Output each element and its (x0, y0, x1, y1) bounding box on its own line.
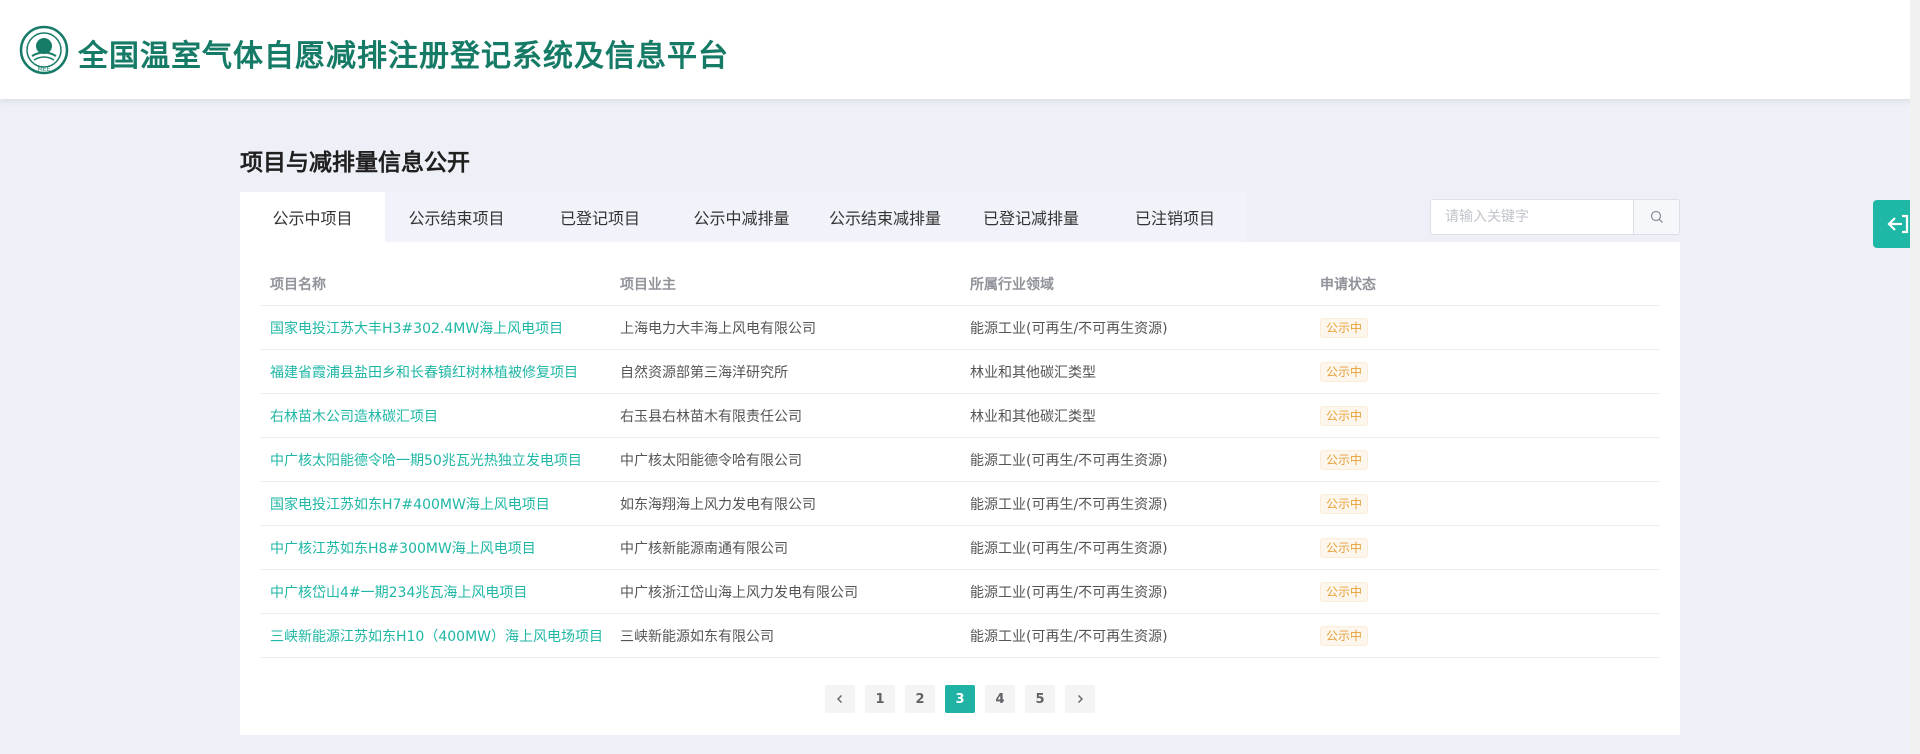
tab-cancelled-projects[interactable]: 已注销项目 (1103, 192, 1247, 242)
search-button[interactable] (1633, 200, 1679, 234)
pagination: 1 2 3 4 5 (825, 685, 1095, 713)
project-industry: 能源工业(可再生/不可再生资源) (970, 320, 1168, 337)
tab-public-ended-reductions[interactable]: 公示结束减排量 (811, 192, 959, 242)
chevron-left-icon (837, 695, 842, 703)
project-owner: 自然资源部第三海洋研究所 (620, 364, 788, 381)
prev-page-button[interactable] (825, 685, 855, 713)
header-project-name: 项目名称 (270, 276, 326, 293)
table-row: 右林苗木公司造林碳汇项目 右玉县右林苗木有限责任公司 林业和其他碳汇类型 公示中 (260, 394, 1660, 438)
table-row: 中广核太阳能德令哈一期50兆瓦光热独立发电项目 中广核太阳能德令哈有限公司 能源… (260, 438, 1660, 482)
scrollbar[interactable] (1910, 0, 1920, 754)
status-badge: 公示中 (1320, 361, 1369, 382)
project-owner: 中广核浙江岱山海上风力发电有限公司 (620, 584, 858, 601)
project-name-link[interactable]: 中广核江苏如东H8#300MW海上风电项目 (260, 538, 610, 558)
status-badge: 公示中 (1320, 625, 1369, 646)
projects-table: 项目名称 项目业主 所属行业领域 申请状态 国家电投江苏大丰H3#302.4MW… (260, 262, 1660, 658)
tab-registered-reductions[interactable]: 已登记减排量 (959, 192, 1103, 242)
project-name-link[interactable]: 右林苗木公司造林碳汇项目 (260, 406, 610, 426)
search-box (1430, 199, 1680, 235)
project-name-link[interactable]: 国家电投江苏如东H7#400MW海上风电项目 (260, 494, 610, 514)
table-row: 中广核岱山4#一期234兆瓦海上风电项目 中广核浙江岱山海上风力发电有限公司 能… (260, 570, 1660, 614)
chevron-right-icon (1078, 695, 1083, 703)
site-title: 全国温室气体自愿减排注册登记系统及信息平台 (78, 39, 729, 74)
header-status: 申请状态 (1320, 276, 1376, 293)
project-name-link[interactable]: 国家电投江苏大丰H3#302.4MW海上风电项目 (260, 318, 610, 338)
status-badge: 公示中 (1320, 537, 1369, 558)
tab-bar: 公示中项目 公示结束项目 已登记项目 公示中减排量 公示结束减排量 已登记减排量… (240, 192, 1247, 242)
return-icon (1886, 214, 1908, 234)
table-row: 国家电投江苏大丰H3#302.4MW海上风电项目 上海电力大丰海上风电有限公司 … (260, 306, 1660, 350)
page-button-2[interactable]: 2 (905, 685, 935, 713)
page-button-1[interactable]: 1 (865, 685, 895, 713)
project-industry: 能源工业(可再生/不可再生资源) (970, 628, 1168, 645)
project-owner: 上海电力大丰海上风电有限公司 (620, 320, 816, 337)
table-row: 中广核江苏如东H8#300MW海上风电项目 中广核新能源南通有限公司 能源工业(… (260, 526, 1660, 570)
project-owner: 右玉县右林苗木有限责任公司 (620, 408, 802, 425)
project-name-link[interactable]: 福建省霞浦县盐田乡和长春镇红树林植被修复项目 (260, 362, 610, 382)
project-industry: 能源工业(可再生/不可再生资源) (970, 584, 1168, 601)
status-badge: 公示中 (1320, 449, 1369, 470)
project-owner: 如东海翔海上风力发电有限公司 (620, 496, 816, 513)
next-page-button[interactable] (1065, 685, 1095, 713)
search-icon (1650, 210, 1663, 223)
search-input[interactable] (1431, 200, 1633, 234)
status-badge: 公示中 (1320, 317, 1369, 338)
table-row: 三峡新能源江苏如东H10（400MW）海上风电场项目 三峡新能源如东有限公司 能… (260, 614, 1660, 658)
status-badge: 公示中 (1320, 493, 1369, 514)
svg-text:MEE: MEE (38, 66, 51, 73)
project-industry: 能源工业(可再生/不可再生资源) (970, 540, 1168, 557)
mee-logo-icon: MEE (19, 25, 69, 75)
project-name-link[interactable]: 中广核太阳能德令哈一期50兆瓦光热独立发电项目 (260, 450, 610, 470)
project-industry: 林业和其他碳汇类型 (970, 364, 1096, 381)
content-panel: 项目名称 项目业主 所属行业领域 申请状态 国家电投江苏大丰H3#302.4MW… (240, 242, 1680, 735)
page-button-4[interactable]: 4 (985, 685, 1015, 713)
header-industry: 所属行业领域 (970, 276, 1054, 293)
project-owner: 三峡新能源如东有限公司 (620, 628, 774, 645)
project-name-link[interactable]: 三峡新能源江苏如东H10（400MW）海上风电场项目 (260, 626, 610, 646)
table-row: 国家电投江苏如东H7#400MW海上风电项目 如东海翔海上风力发电有限公司 能源… (260, 482, 1660, 526)
tab-public-projects[interactable]: 公示中项目 (240, 192, 385, 242)
project-industry: 林业和其他碳汇类型 (970, 408, 1096, 425)
page-button-5[interactable]: 5 (1025, 685, 1055, 713)
project-owner: 中广核太阳能德令哈有限公司 (620, 452, 802, 469)
tab-public-ended-projects[interactable]: 公示结束项目 (385, 192, 528, 242)
table-header: 项目名称 项目业主 所属行业领域 申请状态 (260, 262, 1660, 306)
table-row: 福建省霞浦县盐田乡和长春镇红树林植被修复项目 自然资源部第三海洋研究所 林业和其… (260, 350, 1660, 394)
tab-public-reductions[interactable]: 公示中减排量 (672, 192, 811, 242)
header-project-owner: 项目业主 (620, 276, 676, 293)
page-title: 项目与减排量信息公开 (240, 150, 470, 176)
project-industry: 能源工业(可再生/不可再生资源) (970, 452, 1168, 469)
page-button-3[interactable]: 3 (945, 685, 975, 713)
tab-registered-projects[interactable]: 已登记项目 (528, 192, 672, 242)
project-industry: 能源工业(可再生/不可再生资源) (970, 496, 1168, 513)
status-badge: 公示中 (1320, 405, 1369, 426)
status-badge: 公示中 (1320, 581, 1369, 602)
project-owner: 中广核新能源南通有限公司 (620, 540, 788, 557)
site-header: MEE 全国温室气体自愿减排注册登记系统及信息平台 (0, 0, 1920, 99)
project-name-link[interactable]: 中广核岱山4#一期234兆瓦海上风电项目 (260, 582, 610, 602)
